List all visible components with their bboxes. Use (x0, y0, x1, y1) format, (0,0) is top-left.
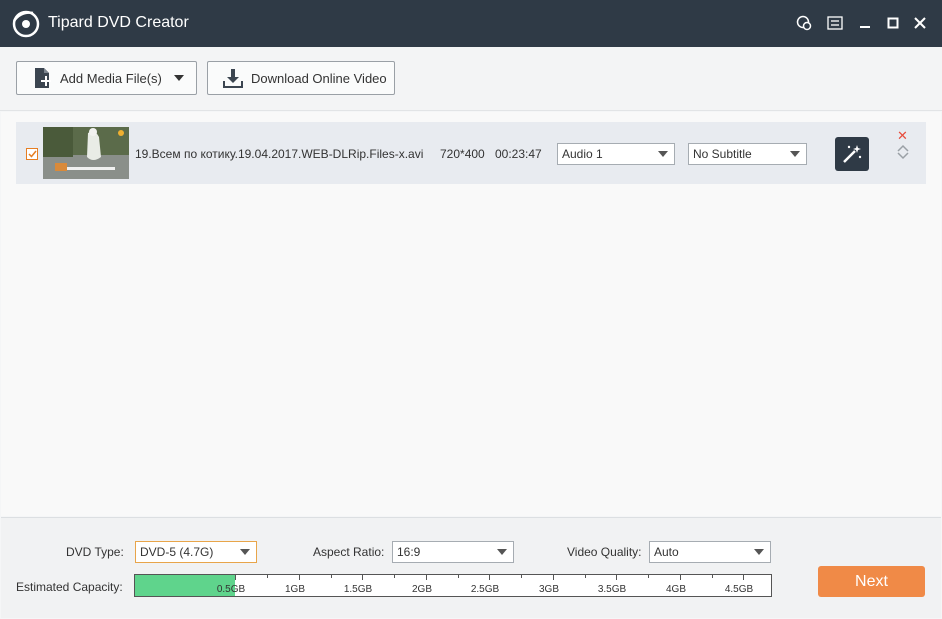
capacity-tick (299, 575, 300, 580)
capacity-tick-label: 1.5GB (343, 584, 373, 595)
capacity-tick (553, 575, 554, 580)
capacity-tick-label: 2.5GB (470, 584, 500, 595)
capacity-tick-label: 0.5GB (216, 584, 246, 595)
remove-item-icon[interactable]: ✕ (897, 129, 908, 142)
chevron-down-icon (790, 151, 800, 157)
chevron-down-icon (497, 549, 507, 555)
capacity-tick-label: 4.5GB (724, 584, 754, 595)
media-duration: 00:23:47 (495, 147, 542, 161)
maximize-icon[interactable] (884, 14, 902, 32)
capacity-minor-tick (521, 575, 522, 578)
capacity-minor-tick (458, 575, 459, 578)
capacity-minor-tick (648, 575, 649, 578)
estimated-capacity-label: Estimated Capacity: (16, 580, 123, 594)
capacity-tick (680, 575, 681, 580)
video-thumbnail (43, 127, 129, 179)
chevron-down-icon (658, 151, 668, 157)
capacity-tick (235, 575, 236, 580)
app-logo-icon (12, 10, 40, 38)
capacity-minor-tick (585, 575, 586, 578)
toolbar: Add Media File(s) Download Online Video (0, 47, 942, 111)
capacity-minor-tick (712, 575, 713, 578)
subtitle-select[interactable]: No Subtitle (688, 143, 807, 165)
capacity-tick-label: 3.5GB (597, 584, 627, 595)
move-up-icon[interactable] (897, 144, 909, 152)
capacity-tick-label: 4GB (665, 584, 687, 595)
video-quality-label: Video Quality: (567, 545, 642, 559)
edit-video-button[interactable] (835, 137, 869, 171)
add-file-icon (35, 68, 51, 88)
download-label: Download Online Video (251, 70, 387, 86)
dvd-type-value: DVD-5 (4.7G) (140, 545, 214, 559)
capacity-tick-label: 1GB (284, 584, 306, 595)
capacity-tick (616, 575, 617, 580)
capacity-tick (489, 575, 490, 580)
add-media-button[interactable]: Add Media File(s) (16, 61, 197, 95)
dvd-type-select[interactable]: DVD-5 (4.7G) (135, 541, 257, 563)
chevron-down-icon (240, 549, 250, 555)
media-file-name: 19.Всем по котику.19.04.2017.WEB-DLRip.F… (135, 147, 424, 161)
move-down-icon[interactable] (897, 152, 909, 160)
capacity-bar: 0.5GB 1GB 1.5GB 2GB 2.5GB 3GB 3.5GB 4GB 4.5GB (134, 574, 772, 597)
capacity-tick-label: 2GB (411, 584, 433, 595)
chevron-down-icon (754, 549, 764, 555)
capacity-tick-label: 3GB (538, 584, 560, 595)
audio-track-value: Audio 1 (562, 147, 603, 161)
add-media-label: Add Media File(s) (60, 70, 162, 86)
magic-wand-icon (843, 145, 862, 163)
video-quality-select[interactable]: Auto (649, 541, 771, 563)
capacity-tick (362, 575, 363, 580)
capacity-tick (743, 575, 744, 580)
subtitle-value: No Subtitle (693, 147, 752, 161)
aspect-ratio-label: Aspect Ratio: (313, 545, 385, 559)
aspect-ratio-value: 16:9 (397, 545, 421, 559)
capacity-minor-tick (267, 575, 268, 578)
next-button[interactable]: Next (818, 566, 925, 597)
title-bar: Tipard DVD Creator (0, 0, 942, 47)
capacity-minor-tick (394, 575, 395, 578)
media-item-checkbox[interactable] (26, 148, 38, 160)
feedback-icon[interactable] (795, 14, 813, 32)
dvd-type-label: DVD Type: (66, 545, 124, 559)
aspect-ratio-select[interactable]: 16:9 (392, 541, 514, 563)
app-title: Tipard DVD Creator (48, 14, 189, 31)
media-list-item[interactable]: 19.Всем по котику.19.04.2017.WEB-DLRip.F… (16, 122, 926, 184)
minimize-icon[interactable] (856, 14, 874, 32)
capacity-tick (426, 575, 427, 580)
close-icon[interactable] (911, 14, 929, 32)
media-resolution: 720*400 (440, 147, 485, 161)
settings-panel (1, 517, 941, 618)
chevron-down-icon (173, 75, 184, 81)
download-online-video-button[interactable]: Download Online Video (207, 61, 395, 95)
video-quality-value: Auto (654, 545, 679, 559)
download-icon (223, 69, 243, 88)
menu-icon[interactable] (826, 14, 844, 32)
audio-track-select[interactable]: Audio 1 (557, 143, 675, 165)
capacity-minor-tick (331, 575, 332, 578)
